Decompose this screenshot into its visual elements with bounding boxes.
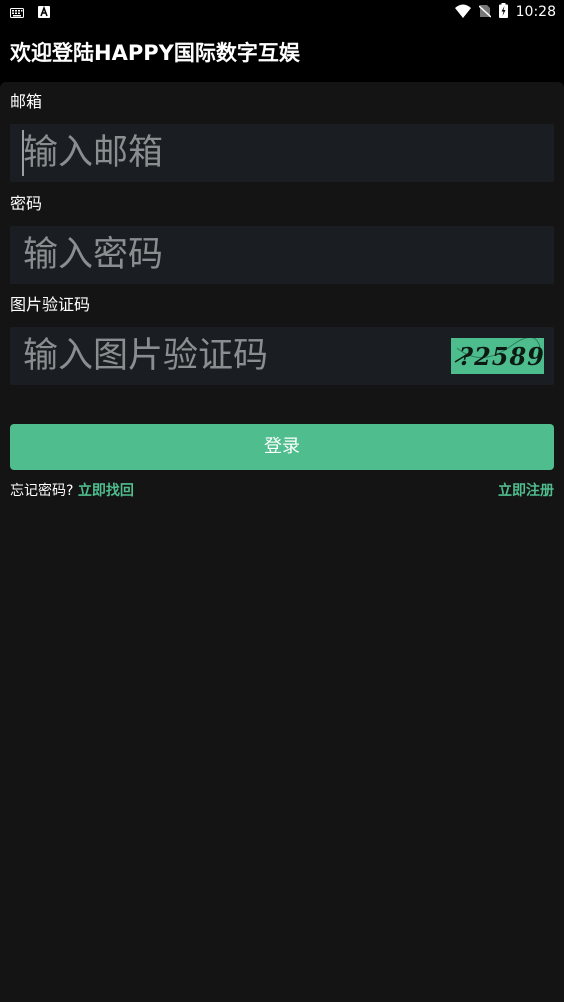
- battery-charging-icon: [498, 2, 508, 22]
- keyboard-icon: [10, 3, 24, 22]
- email-label: 邮箱: [10, 92, 43, 111]
- password-label: 密码: [10, 194, 43, 213]
- captcha-text: ?2589: [459, 342, 544, 371]
- captcha-label: 图片验证码: [10, 295, 91, 314]
- app-bar: 欢迎登陆HAPPY国际数字互娱: [0, 24, 564, 82]
- login-button[interactable]: 登录: [10, 424, 554, 470]
- forgot-password-text: 忘记密码?: [10, 483, 74, 499]
- recover-password-link[interactable]: 立即找回: [78, 483, 134, 499]
- login-form: 邮箱 输入邮箱 密码 输入密码 图片验证码 输入图片验证码 ?2589 登录 忘…: [0, 82, 564, 1002]
- clock-time: 10:28: [515, 4, 556, 20]
- email-placeholder: 输入邮箱: [23, 133, 164, 173]
- status-bar: 10:28: [0, 0, 564, 24]
- wifi-icon: [454, 3, 471, 22]
- register-link[interactable]: 立即注册: [498, 480, 554, 502]
- no-sim-icon: [478, 3, 492, 22]
- email-field[interactable]: 输入邮箱: [10, 124, 554, 182]
- password-placeholder: 输入密码: [23, 235, 164, 275]
- captcha-image[interactable]: ?2589: [451, 336, 544, 374]
- a-notification-icon: [38, 3, 50, 22]
- captcha-field[interactable]: 输入图片验证码 ?2589: [10, 327, 554, 385]
- captcha-placeholder: 输入图片验证码: [23, 336, 269, 376]
- page-title: 欢迎登陆HAPPY国际数字互娱: [10, 41, 300, 65]
- password-field[interactable]: 输入密码: [10, 226, 554, 284]
- login-links: 忘记密码? 立即找回 立即注册: [10, 480, 554, 502]
